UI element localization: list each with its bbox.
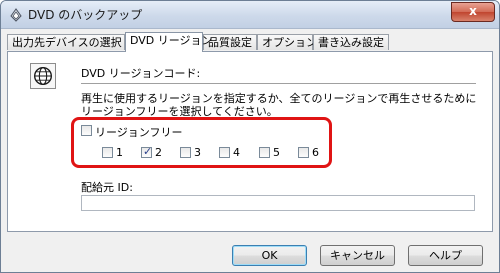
region-4-label[interactable]: 4	[233, 146, 240, 159]
dvd-backup-dialog: DVD のバックアップ x 出力先デバイスの選択 DVD リージョン 品質設定 …	[0, 0, 500, 273]
region-free-checkbox[interactable]	[81, 125, 92, 136]
region-5-label[interactable]: 5	[273, 146, 280, 159]
cancel-button[interactable]: キャンセル	[320, 245, 395, 266]
region-3-checkbox[interactable]	[180, 147, 191, 158]
ok-button[interactable]: OK	[232, 245, 307, 266]
region-6-checkbox[interactable]	[298, 147, 309, 158]
region-3-label[interactable]: 3	[194, 146, 201, 159]
title-bar[interactable]: DVD のバックアップ x	[1, 1, 499, 29]
close-icon: x	[469, 4, 477, 18]
dvd-region-panel: DVD リージョンコード: 再生に使用するリージョンを指定するか、全てのリージョ…	[7, 51, 493, 232]
distributor-id-field[interactable]	[81, 195, 475, 211]
tab-label: 出力先デバイスの選択	[12, 36, 122, 49]
disc-app-icon	[10, 8, 22, 22]
region-code-heading: DVD リージョンコード:	[81, 67, 201, 80]
region-free-label[interactable]: リージョンフリー	[95, 124, 182, 140]
region-5-checkbox[interactable]	[259, 147, 270, 158]
tab-write-settings[interactable]: 書き込み設定	[313, 34, 389, 50]
tab-label: オプション	[262, 36, 317, 49]
tab-label: 品質設定	[208, 36, 252, 49]
help-button[interactable]: ヘルプ	[408, 245, 483, 266]
section-divider	[81, 83, 476, 84]
window-title: DVD のバックアップ	[28, 8, 143, 22]
region-1-label[interactable]: 1	[116, 146, 123, 159]
distributor-id-label: 配給元 ID:	[81, 181, 133, 194]
region-6-label[interactable]: 6	[312, 146, 319, 159]
region-2-label[interactable]: 2	[155, 146, 162, 159]
tab-dvd-region[interactable]: DVD リージョン	[125, 32, 213, 52]
region-2-checkbox[interactable]: ✓	[141, 145, 153, 158]
globe-icon	[30, 63, 56, 89]
tab-options[interactable]: オプション	[257, 34, 317, 50]
tab-label: 書き込み設定	[318, 36, 384, 49]
tab-output-device[interactable]: 出力先デバイスの選択	[7, 34, 125, 50]
region-1-checkbox[interactable]	[102, 147, 113, 158]
close-button[interactable]: x	[451, 2, 495, 22]
tab-label: DVD リージョン	[130, 34, 213, 47]
checkmark-icon: ✓	[143, 145, 153, 158]
region-4-checkbox[interactable]	[219, 147, 230, 158]
